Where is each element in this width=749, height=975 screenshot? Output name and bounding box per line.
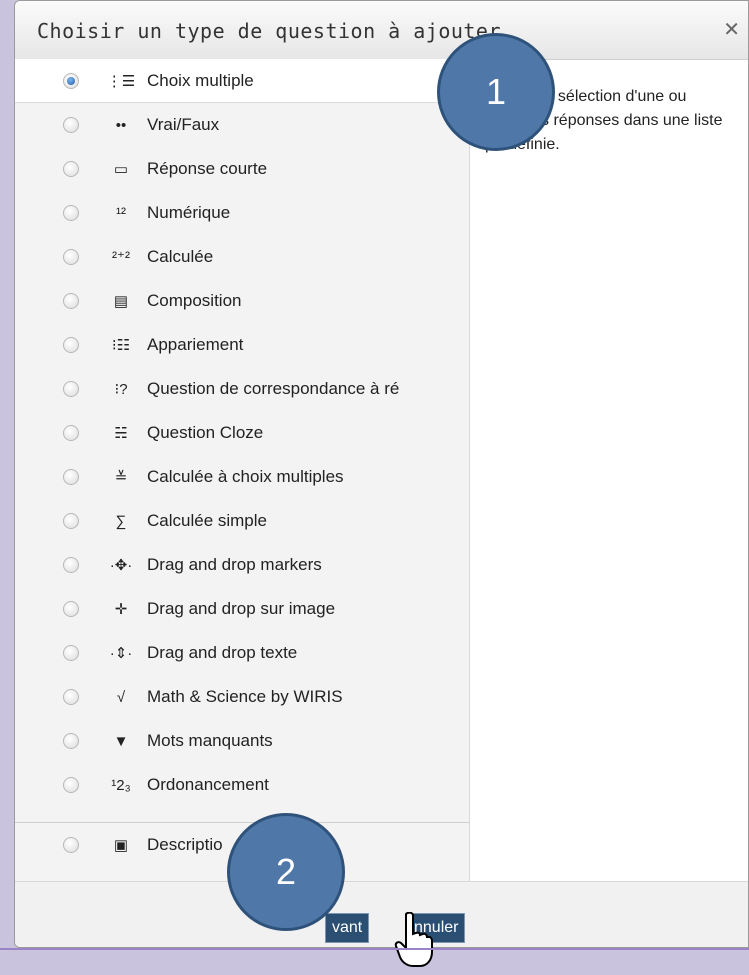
question-type-option[interactable]: ▭ Réponse courte xyxy=(15,147,470,191)
question-type-label: Numérique xyxy=(147,203,231,222)
callout-badge-1: 1 xyxy=(437,33,555,151)
true-false-icon: •• xyxy=(115,116,127,134)
essay-icon: ▤ xyxy=(113,293,129,310)
dialog-title: Choisir un type de question à ajouter xyxy=(37,19,502,43)
random-matching-icon: ⁝? xyxy=(114,381,128,398)
question-type-label: Math & Science by WIRIS xyxy=(147,687,343,706)
question-type-label: Choix multiple xyxy=(147,70,254,90)
question-type-option[interactable]: ▼ Mots manquants xyxy=(15,719,470,763)
question-type-option[interactable]: ·⇕· Drag and drop texte xyxy=(15,631,470,675)
question-type-label: Calculée xyxy=(147,247,214,266)
radio-button[interactable] xyxy=(63,733,79,749)
question-type-option[interactable]: •• Vrai/Faux xyxy=(15,103,470,147)
calculated-multichoice-icon: ≚ xyxy=(114,469,128,486)
radio-button[interactable] xyxy=(63,513,79,529)
question-type-label: Descriptio xyxy=(147,834,223,854)
dialog-titlebar: Choisir un type de question à ajouter ✕ xyxy=(15,1,748,60)
drag-drop-image-icon: ✛ xyxy=(114,601,128,618)
calculated-icon: ²⁺² xyxy=(112,249,130,266)
dialog-footer: vant nnuler xyxy=(15,881,748,947)
question-type-option[interactable]: √ Math & Science by WIRIS xyxy=(15,675,470,719)
radio-button[interactable] xyxy=(63,72,79,89)
radio-button[interactable] xyxy=(63,645,79,661)
radio-button[interactable] xyxy=(63,469,79,485)
question-type-label: Vrai/Faux xyxy=(147,115,220,134)
radio-button[interactable] xyxy=(63,205,79,221)
question-type-option[interactable]: ⁝? Question de correspondance à ré xyxy=(15,367,470,411)
close-icon[interactable]: ✕ xyxy=(723,17,740,42)
question-type-dialog: Choisir un type de question à ajouter ✕ … xyxy=(14,0,749,948)
next-button[interactable]: vant xyxy=(325,913,370,943)
calculated-simple-icon: ∑ xyxy=(115,512,127,530)
ordering-icon: ¹2₃ xyxy=(111,776,131,794)
question-type-option[interactable]: ≚ Calculée à choix multiples xyxy=(15,455,470,499)
radio-button[interactable] xyxy=(63,836,79,853)
radio-button[interactable] xyxy=(63,293,79,309)
callout-badge-2: 2 xyxy=(227,813,345,931)
radio-button[interactable] xyxy=(63,425,79,441)
radio-button[interactable] xyxy=(63,337,79,353)
question-type-label: Ordonancement xyxy=(147,775,269,794)
page-divider xyxy=(0,948,749,950)
question-type-label: Drag and drop sur image xyxy=(147,599,336,618)
description-icon: ▣ xyxy=(113,836,129,854)
question-type-option[interactable]: ∑ Calculée simple xyxy=(15,499,470,543)
radio-button[interactable] xyxy=(63,601,79,617)
question-type-label: Composition xyxy=(147,291,242,310)
question-type-label: Mots manquants xyxy=(147,731,273,750)
question-type-label: Drag and drop texte xyxy=(147,643,298,662)
question-type-label: Question Cloze xyxy=(147,423,264,442)
question-type-option[interactable]: ¹2₃ Ordonancement xyxy=(15,763,470,807)
question-type-option[interactable]: ▤ Composition xyxy=(15,279,470,323)
drag-drop-text-icon: ·⇕· xyxy=(109,645,133,662)
question-type-label: Question de correspondance à ré xyxy=(147,379,400,398)
radio-button[interactable] xyxy=(63,117,79,133)
question-type-option[interactable]: ²⁺² Calculée xyxy=(15,235,470,279)
radio-button[interactable] xyxy=(63,381,79,397)
question-type-option[interactable]: ¹² Numérique xyxy=(15,191,470,235)
radio-button[interactable] xyxy=(63,777,79,793)
question-type-list: ⋮☰ Choix multiple •• Vrai/Faux ▭ Réponse cour… xyxy=(15,59,470,881)
question-type-option[interactable]: ·✥· Drag and drop markers xyxy=(15,543,470,587)
drag-drop-markers-icon: ·✥· xyxy=(109,557,133,574)
question-type-option[interactable]: ⋮☰ Choix multiple xyxy=(15,59,470,103)
short-answer-icon: ▭ xyxy=(113,161,129,178)
question-type-label: Réponse courte xyxy=(147,159,268,178)
question-type-option[interactable]: ⁝☷ Appariement xyxy=(15,323,470,367)
wiris-icon: √ xyxy=(116,688,126,706)
question-type-option[interactable]: ✛ Drag and drop sur image xyxy=(15,587,470,631)
radio-button[interactable] xyxy=(63,557,79,573)
multiple-choice-icon: ⋮☰ xyxy=(106,72,136,90)
question-type-option[interactable]: ☵ Question Cloze xyxy=(15,411,470,455)
question-type-label: Calculée à choix multiples xyxy=(147,467,344,486)
question-type-label: Calculée simple xyxy=(147,511,267,530)
radio-button[interactable] xyxy=(63,689,79,705)
question-type-label: Drag and drop markers xyxy=(147,555,322,574)
hand-pointer-icon xyxy=(394,912,433,967)
radio-button[interactable] xyxy=(63,249,79,265)
question-type-label: Appariement xyxy=(147,335,244,354)
numerical-icon: ¹² xyxy=(116,204,126,222)
dropdown-arrow-icon: ▼ xyxy=(113,732,129,750)
matching-icon: ⁝☷ xyxy=(111,337,131,354)
cloze-icon: ☵ xyxy=(114,425,128,442)
radio-button[interactable] xyxy=(63,161,79,177)
